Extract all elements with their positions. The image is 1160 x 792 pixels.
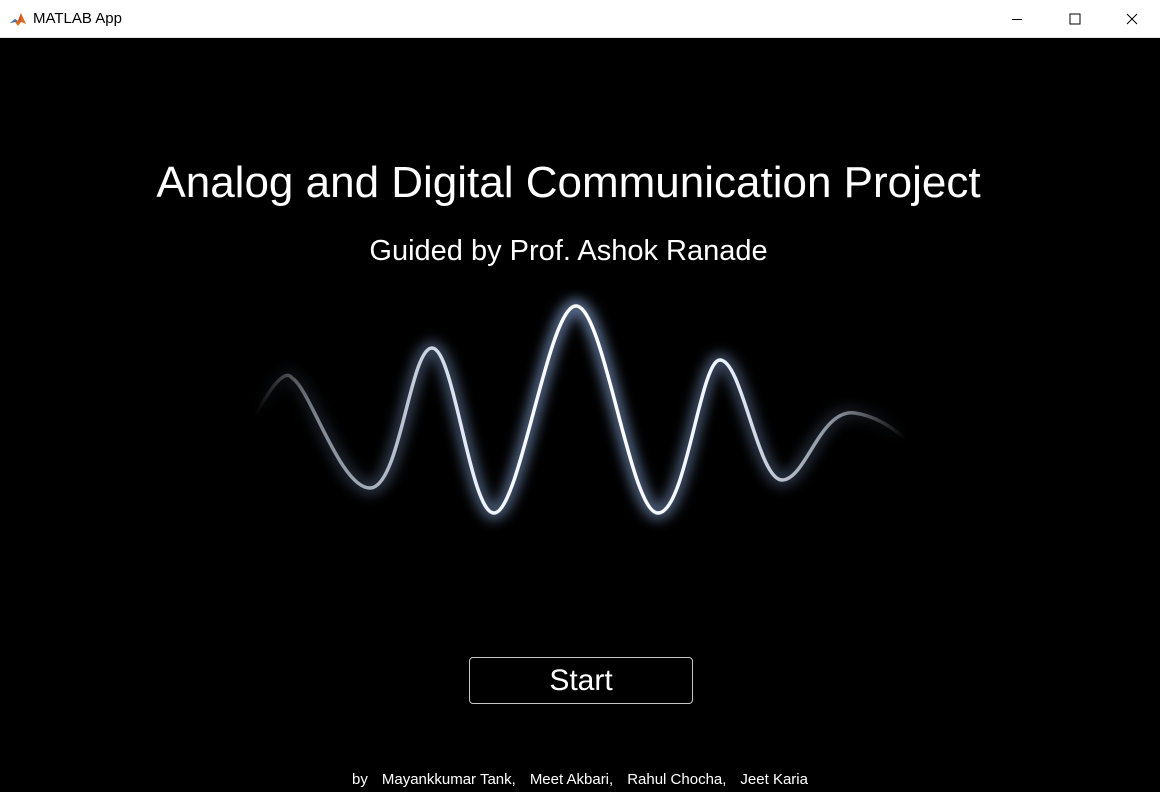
signal-wave-icon bbox=[230, 288, 930, 548]
close-button[interactable] bbox=[1104, 0, 1160, 37]
window-title: MATLAB App bbox=[33, 10, 122, 27]
maximize-button[interactable] bbox=[1046, 0, 1104, 37]
title-bar[interactable]: MATLAB App bbox=[0, 0, 1160, 38]
credits-prefix: by bbox=[352, 771, 368, 788]
project-title: Analog and Digital Communication Project bbox=[156, 158, 981, 207]
minimize-icon bbox=[1012, 18, 1022, 20]
guide-subtitle: Guided by Prof. Ashok Ranade bbox=[369, 235, 768, 267]
close-icon bbox=[1126, 13, 1138, 24]
app-canvas: Analog and Digital Communication Project… bbox=[0, 38, 1160, 792]
maximize-icon bbox=[1069, 13, 1081, 24]
matlab-logo-icon bbox=[9, 10, 27, 28]
author-name: Rahul Chocha, bbox=[627, 771, 727, 788]
credits-line: by Mayankkumar Tank, Meet Akbari, Rahul Cho… bbox=[0, 771, 1160, 789]
start-button[interactable]: Start bbox=[469, 657, 693, 704]
app-window: MATLAB App Analog and Digital Communicat… bbox=[0, 0, 1160, 792]
author-name: Meet Akbari, bbox=[529, 771, 614, 788]
author-name: Mayankkumar Tank, bbox=[381, 771, 516, 788]
minimize-button[interactable] bbox=[988, 0, 1046, 37]
author-name: Jeet Karia bbox=[740, 771, 808, 788]
